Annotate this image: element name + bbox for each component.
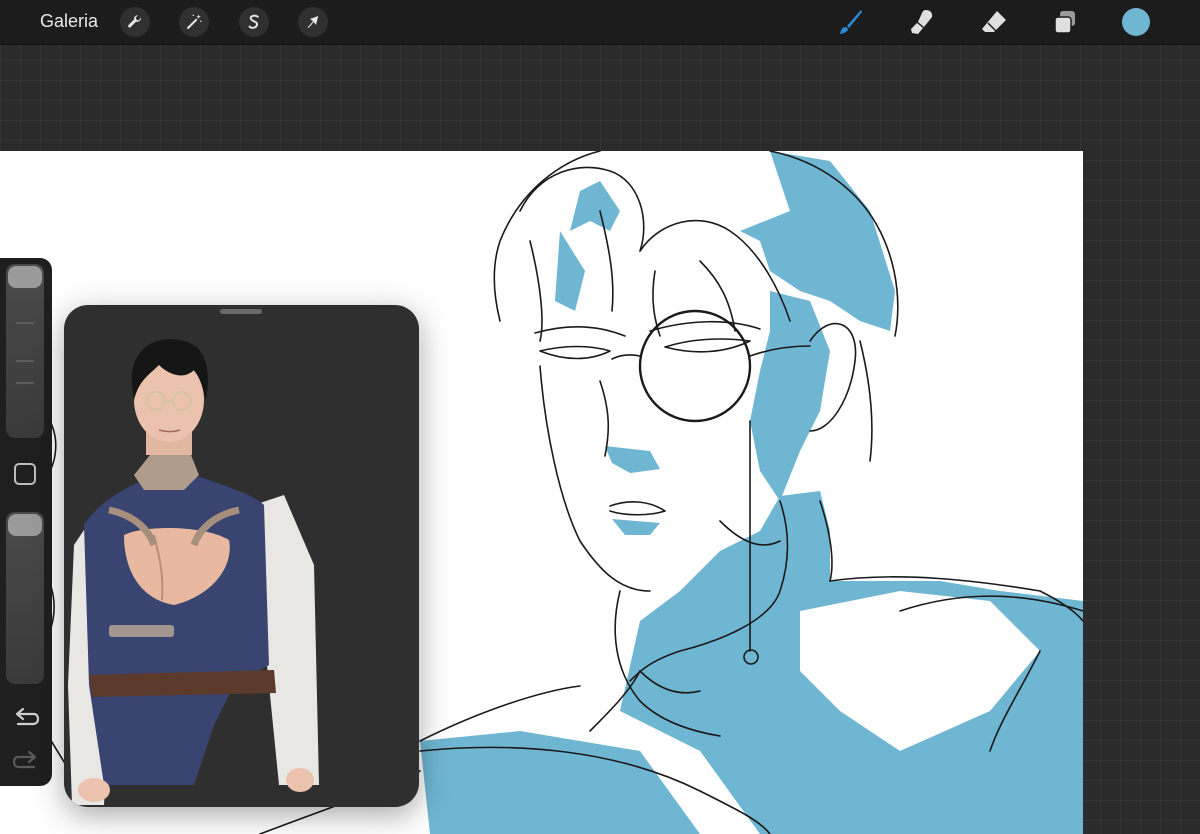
brush-button[interactable] xyxy=(834,6,866,38)
gallery-button[interactable]: Galeria xyxy=(40,11,98,32)
eraser-button[interactable] xyxy=(978,6,1010,38)
hair-outline xyxy=(493,151,601,322)
adjustments-button[interactable] xyxy=(179,7,209,37)
reference-window[interactable] xyxy=(64,305,419,807)
shoulder-shading xyxy=(420,731,700,834)
brush-size-slider-thumb[interactable] xyxy=(8,266,42,288)
color-picker-button[interactable] xyxy=(1122,8,1150,36)
brow-left xyxy=(534,326,626,337)
hair-shading-front xyxy=(570,181,620,231)
layers-icon xyxy=(1054,11,1075,34)
lip-shading xyxy=(612,519,660,535)
modify-button[interactable] xyxy=(14,463,36,485)
reference-window-handle[interactable] xyxy=(220,309,262,314)
magic-wand-icon xyxy=(187,14,202,29)
selection-s-icon xyxy=(248,14,259,29)
slider-tick xyxy=(16,360,34,362)
glasses-lens xyxy=(638,309,752,423)
actions-button[interactable] xyxy=(120,7,150,37)
brush-size-slider[interactable] xyxy=(6,264,44,438)
reference-image xyxy=(68,339,319,805)
hair-shading xyxy=(740,151,895,331)
transform-button[interactable] xyxy=(298,7,328,37)
brow-right xyxy=(649,320,761,332)
slider-tick xyxy=(16,382,34,384)
hair-shading-left xyxy=(555,231,585,311)
mouth xyxy=(609,501,666,516)
slider-tick xyxy=(16,322,34,324)
smudge-button[interactable] xyxy=(906,6,938,38)
opacity-slider[interactable] xyxy=(6,512,44,684)
nose-shading xyxy=(605,446,660,473)
wrench-icon xyxy=(128,15,142,28)
eraser-icon xyxy=(982,11,1006,32)
undo-icon[interactable] xyxy=(12,705,40,729)
face-shading xyxy=(750,291,830,501)
arrow-cursor-icon xyxy=(307,16,319,28)
eye-right xyxy=(664,338,751,353)
brush-icon xyxy=(840,10,862,34)
opacity-slider-thumb[interactable] xyxy=(8,514,42,536)
left-sidebar xyxy=(0,258,52,786)
layers-button[interactable] xyxy=(1049,6,1081,38)
smudge-finger-icon xyxy=(911,10,933,34)
face-outline xyxy=(539,365,651,592)
selection-button[interactable] xyxy=(239,7,269,37)
redo-icon[interactable] xyxy=(12,748,40,772)
top-toolbar: Galeria xyxy=(0,0,1200,45)
eye-left xyxy=(539,345,611,360)
